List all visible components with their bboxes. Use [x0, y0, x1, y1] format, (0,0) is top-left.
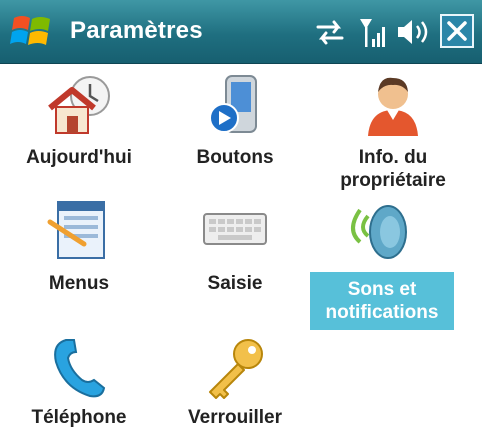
close-button[interactable] [440, 14, 474, 48]
setting-menus[interactable]: Menus [4, 200, 154, 300]
speaker-sound-icon [351, 205, 407, 259]
key-icon [209, 339, 263, 399]
setting-boutons[interactable]: Boutons [160, 74, 310, 194]
menus-window-icon [47, 201, 105, 259]
window-title: Paramètres [70, 17, 203, 44]
device-buttons-icon [209, 75, 257, 133]
setting-label: Téléphone [31, 407, 127, 428]
title-bar: Paramètres [0, 0, 482, 64]
setting-sons-notifications[interactable]: Sons et notifications [304, 200, 454, 330]
setting-label: Aujourd'hui [26, 147, 132, 168]
volume-icon[interactable] [394, 15, 434, 49]
setting-label: Boutons [196, 147, 274, 168]
settings-grid: Aujourd'hui Boutons Info. du propriétair… [0, 64, 482, 429]
setting-label: Info. du propriétaire [340, 147, 446, 191]
close-icon [447, 21, 467, 41]
setting-label: Sons et notifications [325, 279, 439, 323]
setting-label: Menus [48, 273, 110, 294]
setting-label: Verrouiller [188, 407, 282, 428]
setting-aujourdhui[interactable]: Aujourd'hui [4, 74, 154, 194]
home-clock-icon [48, 76, 110, 134]
keyboard-icon [203, 213, 267, 245]
signal-icon[interactable] [358, 15, 388, 49]
setting-verrouiller[interactable]: Verrouiller [160, 336, 310, 428]
phone-handset-icon [54, 339, 106, 398]
setting-info-proprietaire[interactable]: Info. du propriétaire [318, 74, 468, 194]
setting-telephone[interactable]: Téléphone [4, 336, 154, 428]
setting-label: Saisie [207, 273, 263, 294]
setting-saisie[interactable]: Saisie [160, 200, 310, 300]
windows-logo-icon[interactable] [10, 10, 54, 54]
sync-icon[interactable] [312, 15, 348, 49]
owner-person-icon [368, 77, 418, 136]
